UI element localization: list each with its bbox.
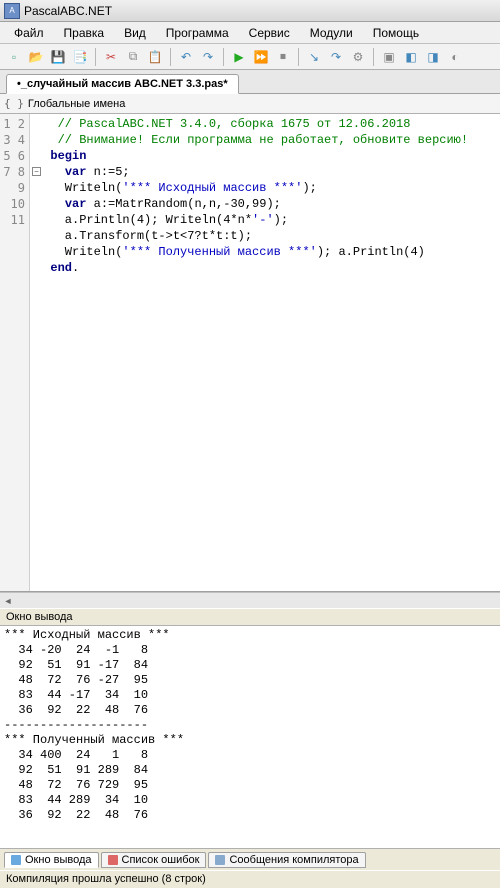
run-icon[interactable]: ▶ [229, 47, 249, 67]
tab-label: Сообщения компилятора [229, 854, 358, 866]
stop-icon[interactable]: ⏹ [273, 47, 293, 67]
toolbar-separator [95, 48, 96, 66]
toolbar: ▫📂💾📑✂⧉📋↶↷▶⏩⏹↘↷⚙▣◧◨◐ [0, 44, 500, 70]
code-line[interactable]: end. [36, 260, 494, 276]
fold-toggle-icon[interactable]: − [32, 167, 41, 176]
code-line[interactable]: begin [36, 148, 494, 164]
file-tab[interactable]: •_случайный массив ABC.NET 3.3.pas* [6, 74, 239, 94]
tab-icon [11, 855, 21, 865]
names-dropdown[interactable]: { } Глобальные имена [0, 94, 500, 114]
window-icon[interactable]: ◧ [401, 47, 421, 67]
bottom-tab-2[interactable]: Сообщения компилятора [208, 852, 365, 868]
form-icon[interactable]: ▣ [379, 47, 399, 67]
menu-item-4[interactable]: Сервис [239, 24, 300, 42]
bottom-tab-bar: Окно вывода Список ошибок Сообщения компил… [0, 848, 500, 870]
step-into-icon[interactable]: ↘ [304, 47, 324, 67]
compile-icon[interactable]: ⚙ [348, 47, 368, 67]
code-line[interactable]: // Внимание! Если программа не работает,… [36, 132, 494, 148]
line-gutter: 1 2 3 4 5 6 7 8 9 10 11 [0, 114, 30, 591]
code-line[interactable]: a.Println(4); Writeln(4*n*'-'); [36, 212, 494, 228]
menu-item-6[interactable]: Помощь [363, 24, 429, 42]
menu-item-5[interactable]: Модули [300, 24, 363, 42]
cut-icon[interactable]: ✂ [101, 47, 121, 67]
menu-item-0[interactable]: Файл [4, 24, 54, 42]
toolbar-separator [170, 48, 171, 66]
brace-icon: { } [4, 97, 24, 110]
code-editor[interactable]: 1 2 3 4 5 6 7 8 9 10 11 // PascalABC.NET… [0, 114, 500, 592]
horizontal-scrollbar[interactable] [0, 592, 500, 608]
menu-item-3[interactable]: Программа [156, 24, 239, 42]
status-bar: Компиляция прошла успешно (8 строк) [0, 870, 500, 888]
window-title: PascalABC.NET [24, 4, 112, 18]
copy-icon[interactable]: ⧉ [123, 47, 143, 67]
app-icon: A [4, 3, 20, 19]
tab-label: Список ошибок [122, 854, 200, 866]
save-all-icon[interactable]: 📑 [70, 47, 90, 67]
paste-icon[interactable]: 📋 [145, 47, 165, 67]
bottom-tab-0[interactable]: Окно вывода [4, 852, 99, 868]
code-line[interactable]: // PascalABC.NET 3.4.0, сборка 1675 от 1… [36, 116, 494, 132]
tab-label: Окно вывода [25, 854, 92, 866]
code-line[interactable]: var a:=MatrRandom(n,n,-30,99); [36, 196, 494, 212]
output-panel-label: Окно вывода [0, 608, 500, 626]
code-line[interactable]: Writeln('*** Исходный массив ***'); [36, 180, 494, 196]
tab-icon [215, 855, 225, 865]
names-label: Глобальные имена [28, 98, 126, 110]
code-area[interactable]: // PascalABC.NET 3.4.0, сборка 1675 от 1… [30, 114, 500, 591]
tab-icon [108, 855, 118, 865]
code-line[interactable]: a.Transform(t->t<7?t*t:t); [36, 228, 494, 244]
output-panel[interactable]: *** Исходный массив *** 34 -20 24 -1 8 9… [0, 626, 500, 848]
save-icon[interactable]: 💾 [48, 47, 68, 67]
code-line[interactable]: Writeln('*** Полученный массив ***'); a.… [36, 244, 494, 260]
step-over-icon[interactable]: ↷ [326, 47, 346, 67]
undo-icon[interactable]: ↶ [176, 47, 196, 67]
title-bar: A PascalABC.NET [0, 0, 500, 22]
open-icon[interactable]: 📂 [26, 47, 46, 67]
menu-bar: ФайлПравкаВидПрограммаСервисМодулиПомощь [0, 22, 500, 44]
redo-icon[interactable]: ↷ [198, 47, 218, 67]
bottom-tab-1[interactable]: Список ошибок [101, 852, 207, 868]
tab-strip: •_случайный массив ABC.NET 3.3.pas* [0, 70, 500, 94]
code-line[interactable]: var n:=5; [36, 164, 494, 180]
options-icon[interactable]: ◐ [445, 47, 465, 67]
menu-item-2[interactable]: Вид [114, 24, 156, 42]
toolbar-separator [298, 48, 299, 66]
toolbar-separator [373, 48, 374, 66]
menu-item-1[interactable]: Правка [54, 24, 115, 42]
window2-icon[interactable]: ◨ [423, 47, 443, 67]
toolbar-separator [223, 48, 224, 66]
new-file-icon[interactable]: ▫ [4, 47, 24, 67]
run-no-debug-icon[interactable]: ⏩ [251, 47, 271, 67]
